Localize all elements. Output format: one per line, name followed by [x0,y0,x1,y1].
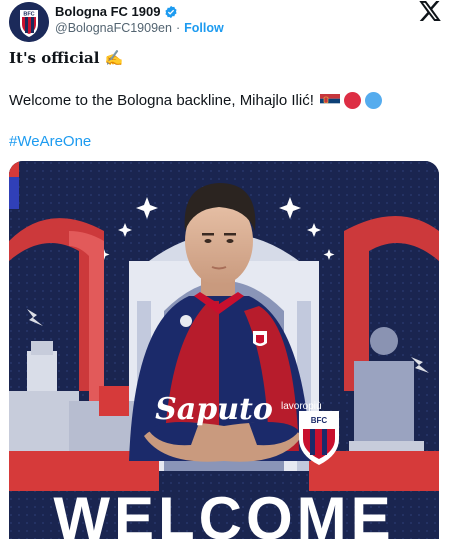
welcome-headline: WELCOME [53,485,394,539]
verified-badge-icon [165,5,178,18]
display-name[interactable]: Bologna FC 1909 [55,4,160,19]
follow-button[interactable]: Follow [184,21,224,35]
tweet-text-welcome: Welcome to the Bologna backline, Mihajlo… [9,92,314,109]
tweet-text-line-1: It's official ✍️ [9,49,124,67]
tweet-text-line-2: Welcome to the Bologna backline, Mihajlo… [9,92,382,109]
tweet-media-image[interactable]: Saputo lavoropiù BFC WELCOME [9,161,439,539]
blue-circle-icon [364,92,382,109]
crest-text: BFC [311,416,328,425]
red-circle-icon [343,92,361,109]
handle[interactable]: @BolognaFC1909en [55,21,172,35]
avatar[interactable]: BFC [9,2,49,42]
avatar-crest-text: BFC [23,12,34,18]
x-logo-icon[interactable] [417,0,443,22]
separator-dot: · [175,21,181,35]
serbia-flag-icon [319,93,340,108]
tweet-header: BFC Bologna FC 1909 @BolognaFC1909en · F… [0,0,456,46]
sleeve-sponsor: lavoropiù [281,401,322,412]
hashtag-link[interactable]: #WeAreOne [9,133,91,150]
sponsor-logo: Saputo [155,392,273,427]
